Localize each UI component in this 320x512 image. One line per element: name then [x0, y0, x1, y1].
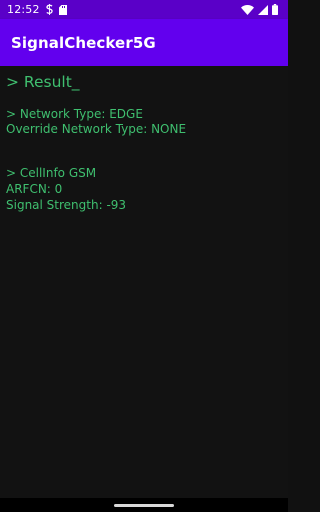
signal-strength-text: Signal Strength: -93 [6, 198, 127, 212]
s-notification-icon [45, 4, 54, 15]
result-heading: > Result_ [6, 73, 80, 91]
navigation-bar [0, 498, 288, 512]
arfcn-text: ARFCN: 0 [6, 182, 63, 196]
home-gesture-handle[interactable] [114, 504, 174, 507]
status-left: 12:52 [0, 3, 67, 16]
status-bar: 12:52 [0, 0, 288, 19]
cellinfo-header-text: > CellInfo GSM [6, 166, 97, 180]
status-right [241, 4, 288, 15]
app-title: SignalChecker5G [11, 33, 156, 52]
battery-icon [272, 4, 278, 15]
sd-card-icon [58, 4, 67, 15]
status-time: 12:52 [7, 3, 40, 16]
override-network-type-text: Override Network Type: NONE [6, 122, 187, 136]
network-type-text: > Network Type: EDGE [6, 107, 143, 121]
app-screen: 12:52 SignalChecker5G > Result_ > Networ… [0, 0, 288, 512]
cell-signal-icon [258, 4, 268, 15]
result-panel: > Result_ > Network Type: EDGE Override … [0, 66, 288, 498]
app-bar: SignalChecker5G [0, 19, 288, 66]
wifi-icon [241, 4, 254, 15]
